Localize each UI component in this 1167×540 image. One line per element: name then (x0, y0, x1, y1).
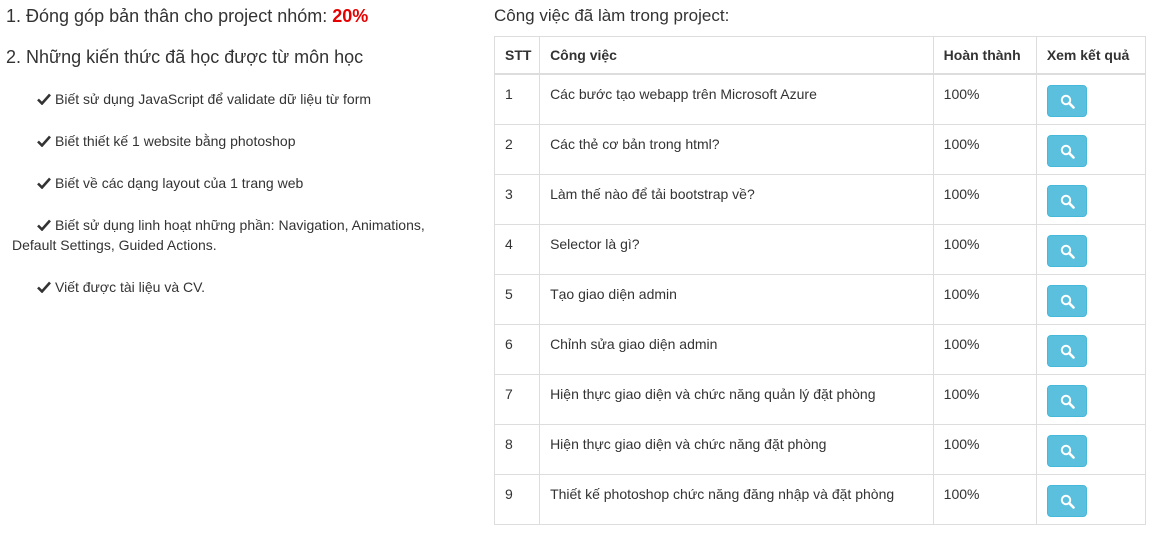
row-task: Làm thế nào để tải bootstrap về? (539, 173, 934, 225)
row-stt: 6 (493, 323, 541, 375)
row-result-cell (1035, 173, 1147, 225)
row-result-cell (1035, 223, 1147, 275)
row-result-cell (1035, 273, 1147, 325)
row-task: Các bước tạo webapp trên Microsoft Azure (539, 73, 934, 125)
skill-item: Biết thiết kế 1 website bằng photoshop (37, 131, 457, 151)
row-done: 100% (932, 373, 1037, 425)
view-result-button[interactable] (1046, 334, 1087, 367)
row-stt: 3 (493, 173, 541, 225)
view-result-button[interactable] (1046, 384, 1087, 417)
table-row: 4 Selector là gì? 100% (493, 223, 1147, 275)
view-result-button[interactable] (1046, 284, 1087, 317)
check-icon (37, 281, 51, 293)
row-result-cell (1035, 373, 1147, 425)
row-result-cell (1035, 423, 1147, 475)
row-task: Thiết kế photoshop chức năng đăng nhập v… (539, 473, 934, 525)
row-task: Tạo giao diện admin (539, 273, 934, 325)
search-icon (1060, 144, 1075, 159)
skill-item: Biết sử dụng linh hoạt những phần: Navig… (12, 215, 442, 255)
table-row: 3 Làm thế nào để tải bootstrap về? 100% (493, 173, 1147, 225)
view-result-button[interactable] (1046, 134, 1087, 167)
contribution-percent: 20% (332, 6, 369, 26)
search-icon (1060, 94, 1075, 109)
skill-text: Biết sử dụng linh hoạt những phần: Navig… (12, 217, 425, 253)
search-icon (1060, 194, 1075, 209)
table-row: 7 Hiện thực giao diện và chức năng quản l… (493, 373, 1147, 425)
check-icon (37, 219, 51, 231)
row-done: 100% (932, 473, 1037, 525)
skill-text: Biết về các dạng layout của 1 trang web (55, 175, 304, 191)
table-row: 2 Các thẻ cơ bản trong html? 100% (493, 123, 1147, 175)
row-task: Các thẻ cơ bản trong html? (539, 123, 934, 175)
row-stt: 1 (493, 73, 541, 125)
row-result-cell (1035, 123, 1147, 175)
view-result-button[interactable] (1046, 484, 1087, 517)
table-header-row: STT Công việc Hoàn thành Xem kết quả (493, 36, 1147, 75)
row-stt: 9 (493, 473, 541, 525)
view-result-button[interactable] (1046, 184, 1087, 217)
check-icon (37, 93, 51, 105)
skill-text: Biết thiết kế 1 website bằng photoshop (55, 133, 296, 149)
column-header-done: Hoàn thành (932, 36, 1037, 75)
skill-item: Biết sử dụng JavaScript để validate dữ l… (37, 89, 457, 109)
row-stt: 8 (493, 423, 541, 475)
table-row: 1 Các bước tạo webapp trên Microsoft Azur… (493, 73, 1147, 125)
row-task: Hiện thực giao diện và chức năng đặt phò… (539, 423, 934, 475)
table-row: 5 Tạo giao diện admin 100% (493, 273, 1147, 325)
table-row: 9 Thiết kế photoshop chức năng đăng nhập … (493, 473, 1147, 525)
search-icon (1060, 344, 1075, 359)
check-icon (37, 177, 51, 189)
row-task: Hiện thực giao diện và chức năng quản lý… (539, 373, 934, 425)
search-icon (1060, 244, 1075, 259)
row-done: 100% (932, 173, 1037, 225)
row-done: 100% (932, 223, 1037, 275)
column-header-result: Xem kết quả (1035, 36, 1147, 75)
skill-text: Biết sử dụng JavaScript để validate dữ l… (55, 91, 372, 107)
skill-list: Biết sử dụng JavaScript để validate dữ l… (12, 89, 457, 319)
search-icon (1060, 394, 1075, 409)
row-done: 100% (932, 423, 1037, 475)
skill-item: Viết được tài liệu và CV. (37, 277, 457, 297)
task-table-title: Công việc đã làm trong project: (494, 6, 730, 25)
row-done: 100% (932, 323, 1037, 375)
skill-text: Viết được tài liệu và CV. (55, 279, 206, 295)
search-icon (1060, 444, 1075, 459)
row-stt: 2 (493, 123, 541, 175)
check-icon (37, 135, 51, 147)
row-stt: 4 (493, 223, 541, 275)
row-stt: 7 (493, 373, 541, 425)
row-task: Selector là gì? (539, 223, 934, 275)
knowledge-heading: 2. Những kiến thức đã học được từ môn họ… (6, 47, 364, 67)
contribution-label: 1. Đóng góp bản thân cho project nhóm: (6, 6, 333, 26)
table-row: 6 Chỉnh sửa giao diện admin 100% (493, 323, 1147, 375)
view-result-button[interactable] (1046, 434, 1087, 467)
skill-item: Biết về các dạng layout của 1 trang web (37, 173, 457, 193)
view-result-button[interactable] (1046, 85, 1087, 117)
contribution-heading: 1. Đóng góp bản thân cho project nhóm: 2… (6, 6, 368, 27)
view-result-button[interactable] (1046, 234, 1087, 267)
row-done: 100% (932, 273, 1037, 325)
column-header-stt: STT (493, 36, 541, 75)
column-header-task: Công việc (539, 36, 934, 75)
row-task: Chỉnh sửa giao diện admin (539, 323, 934, 375)
row-result-cell (1035, 323, 1147, 375)
row-stt: 5 (493, 273, 541, 325)
table-row: 8 Hiện thực giao diện và chức năng đặt ph… (493, 423, 1147, 475)
search-icon (1060, 494, 1075, 509)
search-icon (1060, 294, 1075, 309)
row-result-cell (1035, 73, 1147, 125)
task-table: STT Công việc Hoàn thành Xem kết quả 1 Cá… (493, 36, 1147, 525)
row-done: 100% (932, 73, 1037, 125)
row-done: 100% (932, 123, 1037, 175)
row-result-cell (1035, 473, 1147, 525)
